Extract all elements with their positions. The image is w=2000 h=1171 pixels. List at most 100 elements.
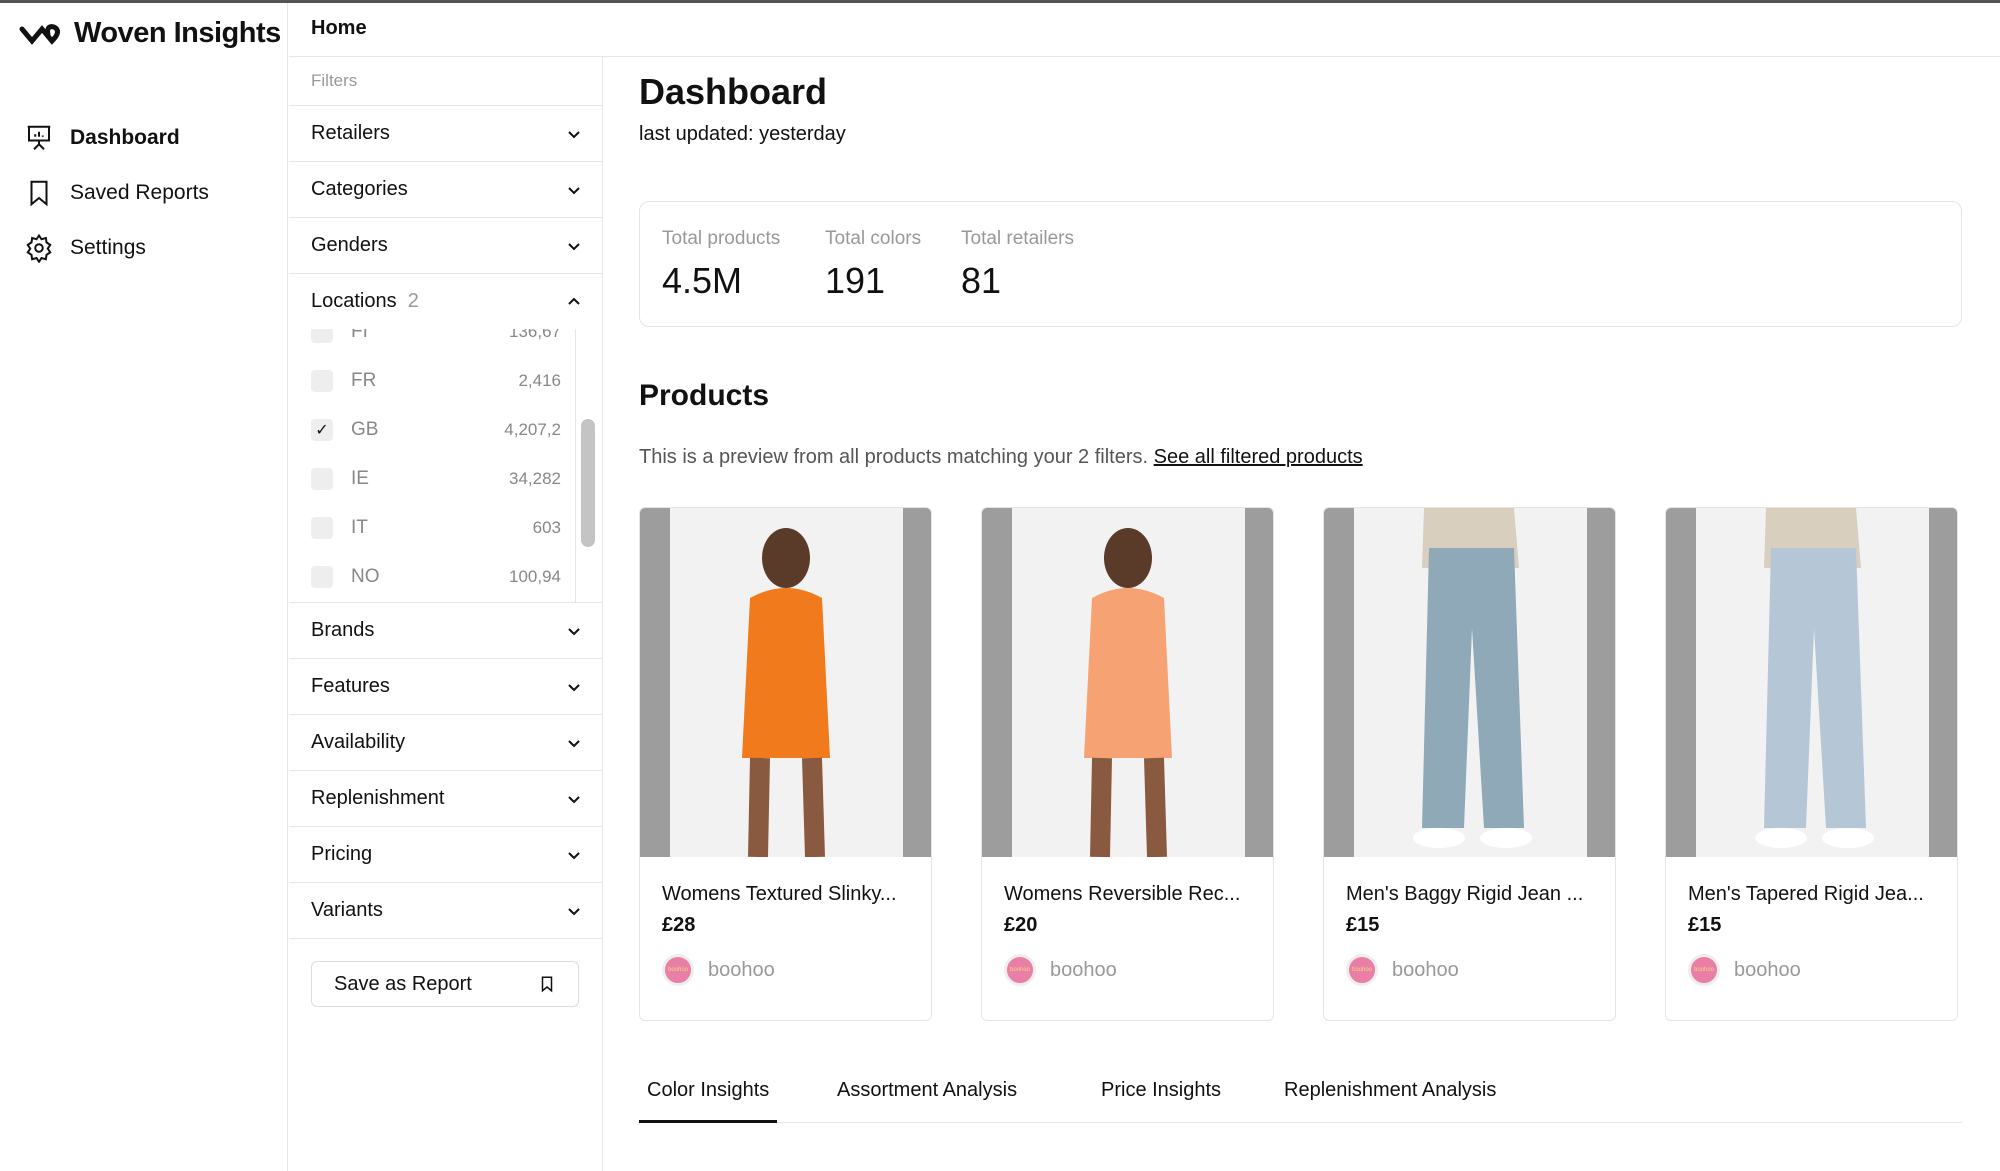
- filter-categories[interactable]: Categories: [289, 162, 603, 218]
- stat-label: Total colors: [825, 228, 922, 249]
- filter-locations[interactable]: Locations 2: [289, 273, 603, 329]
- presentation-chart-icon: [27, 125, 51, 150]
- logo[interactable]: Woven Insights: [18, 17, 281, 50]
- sidebar-item-label: Settings: [70, 236, 146, 259]
- location-code: FI: [351, 329, 368, 342]
- filters-title: Filters: [311, 71, 358, 90]
- product-name: Womens Textured Slinky...: [662, 883, 897, 905]
- filter-label: Variants: [311, 899, 383, 921]
- chevron-up-icon: [568, 297, 580, 305]
- location-option-gb[interactable]: ✓ GB 4,207,2: [311, 415, 561, 445]
- filter-retailers[interactable]: Retailers: [289, 106, 603, 162]
- product-card[interactable]: Men's Tapered Rigid Jea... £15 boohoo booho…: [1665, 507, 1958, 1021]
- insights-tabs: Color Insights Assortment Analysis Price I…: [639, 1073, 1962, 1123]
- product-price: £28: [662, 914, 696, 936]
- location-code: FR: [351, 370, 377, 391]
- location-option-fr[interactable]: FR 2,416: [311, 366, 561, 396]
- sidebar-item-dashboard[interactable]: Dashboard: [24, 123, 180, 153]
- tab-price-insights[interactable]: Price Insights: [1093, 1079, 1229, 1123]
- tab-color-insights[interactable]: Color Insights: [639, 1079, 778, 1123]
- location-code: GB: [351, 419, 379, 440]
- page-title: Dashboard: [639, 71, 828, 112]
- product-name: Men's Tapered Rigid Jea...: [1688, 883, 1924, 905]
- chevron-down-icon: [568, 627, 580, 635]
- retailer-logo-icon: boohoo: [1688, 954, 1720, 986]
- scrollbar-thumb[interactable]: [581, 419, 595, 547]
- checkbox[interactable]: ✓: [311, 419, 333, 441]
- stats-card: Total products 4.5M Total colors 191 Total…: [639, 201, 1962, 327]
- filter-pricing[interactable]: Pricing: [289, 827, 603, 883]
- product-price: £15: [1688, 914, 1722, 936]
- chevron-down-icon: [568, 739, 580, 747]
- retailer: boohoo boohoo: [1004, 954, 1117, 986]
- stat-value: 191: [825, 260, 886, 301]
- product-name: Womens Reversible Rec...: [1004, 883, 1241, 905]
- stat-total-retailers: Total retailers 81: [961, 228, 1074, 302]
- breadcrumb[interactable]: Home: [311, 17, 367, 40]
- checkbox[interactable]: [311, 329, 333, 343]
- product-card[interactable]: Men's Baggy Rigid Jean ... £15 boohoo booho…: [1323, 507, 1616, 1021]
- woven-logo-icon: [19, 23, 60, 45]
- sidebar-item-label: Saved Reports: [70, 181, 209, 204]
- locations-list: FI 136,67 FR 2,416 ✓ GB 4,207,2 IE 34,282 IT 603 NO…: [289, 329, 603, 603]
- filter-features[interactable]: Features: [289, 659, 603, 715]
- filter-brands[interactable]: Brands: [289, 603, 603, 659]
- product-price: £15: [1346, 914, 1380, 936]
- location-option-it[interactable]: IT 603: [311, 513, 561, 543]
- filter-label: Locations 2: [311, 289, 419, 312]
- location-count: 100,94: [509, 567, 561, 586]
- retailer-logo-icon: boohoo: [662, 954, 694, 986]
- bookmark-icon: [30, 180, 48, 207]
- filter-genders[interactable]: Genders: [289, 218, 603, 274]
- checkbox[interactable]: [311, 566, 333, 588]
- chevron-down-icon: [568, 683, 580, 691]
- retailer: boohoo boohoo: [662, 954, 775, 986]
- top-header: Home: [289, 3, 2000, 57]
- product-image: [982, 508, 1273, 857]
- products-heading: Products: [639, 379, 770, 412]
- chevron-down-icon: [568, 242, 580, 250]
- filter-replenishment[interactable]: Replenishment: [289, 771, 603, 827]
- stat-value: 81: [961, 260, 1002, 301]
- product-card[interactable]: Womens Reversible Rec... £20 boohoo boohoo: [981, 507, 1274, 1021]
- see-all-filtered-products-link[interactable]: See all filtered products: [1154, 446, 1363, 468]
- preview-description: This is a preview from all products matc…: [639, 446, 1149, 468]
- sidebar-item-saved-reports[interactable]: Saved Reports: [24, 178, 209, 208]
- filters-panel: Filters Locations 2 FI 136,67 FR 2,416 ✓ GB 4,…: [289, 57, 603, 1171]
- filter-availability[interactable]: Availability: [289, 715, 603, 771]
- checkbox[interactable]: [311, 468, 333, 490]
- filter-label: Availability: [311, 731, 406, 753]
- product-name: Men's Baggy Rigid Jean ...: [1346, 883, 1584, 905]
- product-card[interactable]: Womens Textured Slinky... £28 boohoo boohoo: [639, 507, 932, 1021]
- checkbox[interactable]: [311, 370, 333, 392]
- sidebar: Woven Insights Dashboard Saved Reports S…: [0, 3, 288, 1171]
- retailer-name: boohoo: [1734, 958, 1801, 981]
- location-option-no[interactable]: NO 100,94: [311, 562, 561, 592]
- stat-total-products: Total products 4.5M: [662, 228, 780, 302]
- location-count: 2,416: [518, 371, 561, 390]
- tab-replenishment-analysis[interactable]: Replenishment Analysis: [1276, 1079, 1504, 1123]
- preview-text: This is a preview from all products matc…: [639, 446, 1363, 469]
- product-image: [1666, 508, 1957, 857]
- location-option-fi[interactable]: FI 136,67: [311, 329, 561, 347]
- checkbox[interactable]: [311, 517, 333, 539]
- filter-label: Retailers: [311, 122, 390, 144]
- save-label: Save as Report: [334, 972, 472, 995]
- retailer: boohoo boohoo: [1688, 954, 1801, 986]
- sidebar-item-settings[interactable]: Settings: [24, 233, 146, 263]
- retailer: boohoo boohoo: [1346, 954, 1459, 986]
- scrollbar-track: [575, 329, 576, 602]
- chevron-down-icon: [568, 907, 580, 915]
- filters-header: Filters: [289, 57, 603, 106]
- gear-icon: [26, 233, 52, 263]
- filter-variants[interactable]: Variants: [289, 883, 603, 939]
- stat-label: Total retailers: [961, 228, 1074, 249]
- stat-label: Total products: [662, 228, 781, 249]
- tab-assortment-analysis[interactable]: Assortment Analysis: [829, 1079, 1025, 1123]
- product-image: [1324, 508, 1615, 857]
- location-option-ie[interactable]: IE 34,282: [311, 464, 561, 494]
- retailer-name: boohoo: [1392, 958, 1459, 981]
- filter-label: Pricing: [311, 843, 373, 865]
- stat-total-colors: Total colors 191: [825, 228, 921, 302]
- save-as-report-button[interactable]: Save as Report: [311, 961, 579, 1007]
